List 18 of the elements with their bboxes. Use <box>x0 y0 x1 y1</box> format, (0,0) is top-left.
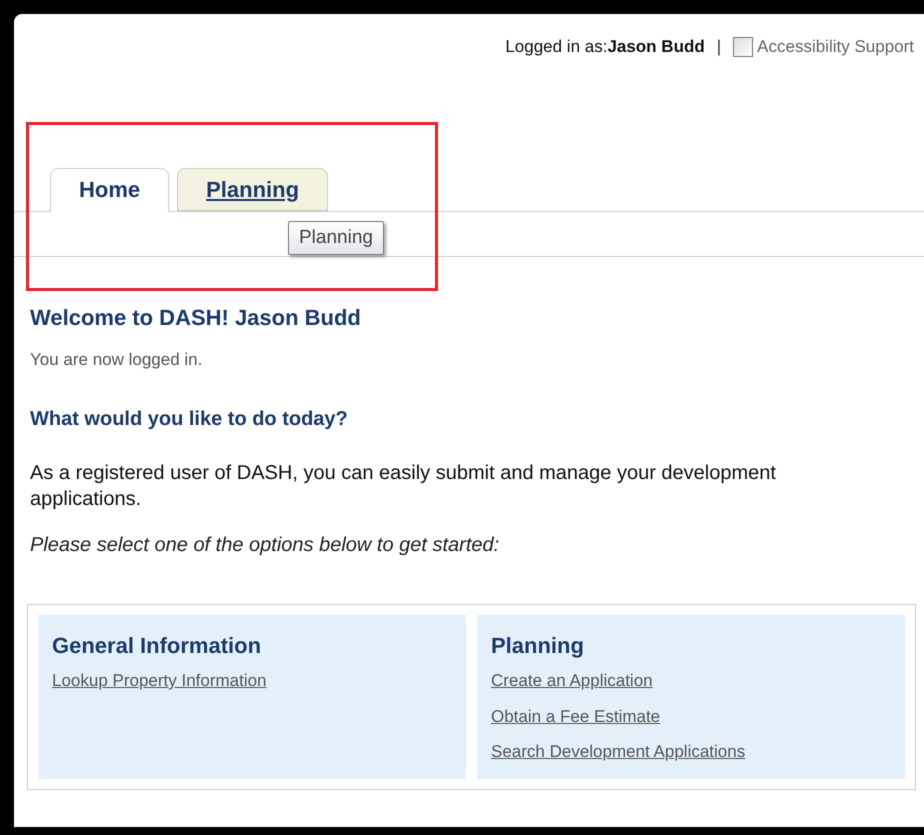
login-message: You are now logged in. <box>30 348 204 370</box>
instruction-text: Please select one of the options below to get started: <box>30 533 500 558</box>
accessibility-label: Accessibility Support <box>757 36 914 58</box>
option-link[interactable]: Lookup Property Information <box>52 668 267 694</box>
option-link[interactable]: Create an Application <box>491 668 653 694</box>
welcome-heading: Welcome to DASH! Jason Budd <box>30 306 362 328</box>
prompt-heading: What would you like to do today? <box>30 407 349 432</box>
card-title: General Information <box>52 632 262 660</box>
tab[interactable]: Planning <box>177 168 328 210</box>
login-status: Logged in as:Jason Budd <box>505 36 705 58</box>
tab[interactable]: Home <box>50 168 170 212</box>
accessibility-checkbox[interactable] <box>733 36 754 57</box>
tooltip: Planning <box>288 220 384 255</box>
option-link[interactable]: Search Development Applications <box>491 739 746 764</box>
intro-text: As a registered user of DASH, you can easily submit and manage your development applications. <box>30 461 777 512</box>
card-title: Planning <box>491 632 584 660</box>
option-link[interactable]: Obtain a Fee Estimate <box>491 704 660 729</box>
separator: | <box>716 36 722 58</box>
